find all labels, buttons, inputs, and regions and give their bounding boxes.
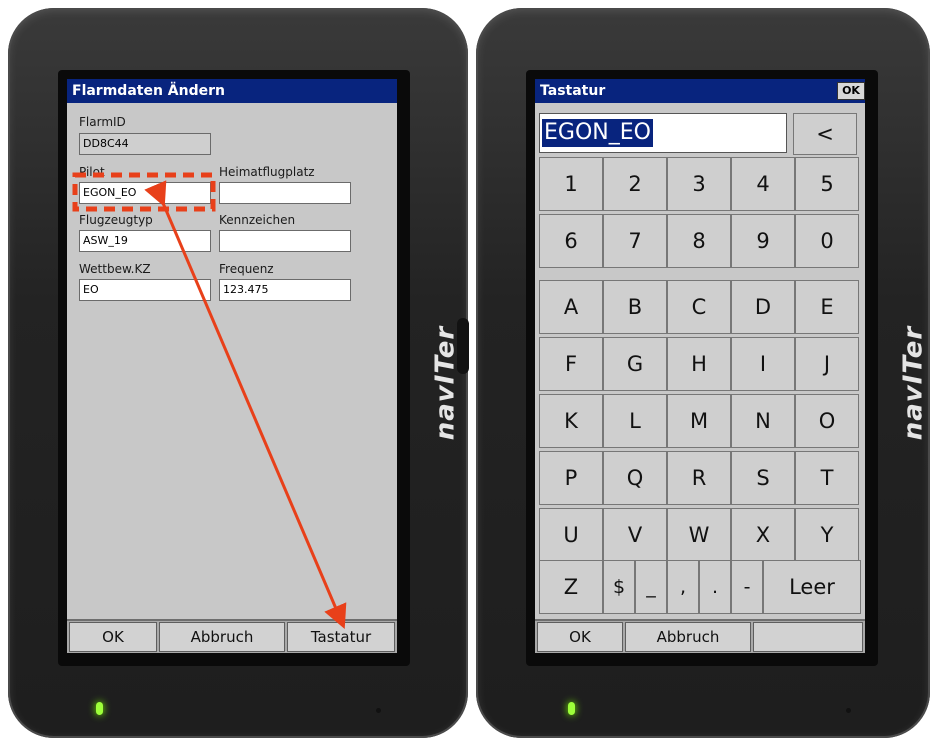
key-m[interactable]: M <box>667 394 731 448</box>
key-7[interactable]: 7 <box>603 214 667 268</box>
key-u[interactable]: U <box>539 508 603 562</box>
key-q[interactable]: Q <box>603 451 667 505</box>
button-bar: OK Abbruch Tastatur <box>67 619 397 653</box>
pilot-label: Pilot <box>79 165 105 179</box>
key-6[interactable]: 6 <box>539 214 603 268</box>
key-dot[interactable]: . <box>699 560 731 614</box>
key-3[interactable]: 3 <box>667 157 731 211</box>
key-t[interactable]: T <box>795 451 859 505</box>
key-2[interactable]: 2 <box>603 157 667 211</box>
key-j[interactable]: J <box>795 337 859 391</box>
aircraft-type-field[interactable]: ASW_19 <box>79 230 211 252</box>
light-sensor <box>376 708 381 713</box>
input-text-selected: EGON_EO <box>542 119 653 147</box>
key-v[interactable]: V <box>603 508 667 562</box>
power-led <box>568 702 575 715</box>
key-p[interactable]: P <box>539 451 603 505</box>
ok-button[interactable]: OK <box>69 622 157 652</box>
window-title: Tastatur <box>535 79 865 103</box>
flarm-id-field: DD8C44 <box>79 133 211 155</box>
key-f[interactable]: F <box>539 337 603 391</box>
backspace-key[interactable]: < <box>793 113 857 155</box>
registration-field[interactable] <box>219 230 351 252</box>
key-d[interactable]: D <box>731 280 795 334</box>
key-o[interactable]: O <box>795 394 859 448</box>
key-4[interactable]: 4 <box>731 157 795 211</box>
empty-button[interactable] <box>753 622 863 652</box>
key-w[interactable]: W <box>667 508 731 562</box>
key-b[interactable]: B <box>603 280 667 334</box>
cancel-button[interactable]: Abbruch <box>159 622 285 652</box>
key-0[interactable]: 0 <box>795 214 859 268</box>
ok-corner-button[interactable]: OK <box>837 82 865 100</box>
key-n[interactable]: N <box>731 394 795 448</box>
key-e[interactable]: E <box>795 280 859 334</box>
key-a[interactable]: A <box>539 280 603 334</box>
key-c[interactable]: C <box>667 280 731 334</box>
brand-logo: navITer <box>898 325 929 441</box>
key-underscore[interactable]: _ <box>635 560 667 614</box>
key-space[interactable]: Leer <box>763 560 861 614</box>
key-5[interactable]: 5 <box>795 157 859 211</box>
key-1[interactable]: 1 <box>539 157 603 211</box>
key-k[interactable]: K <box>539 394 603 448</box>
ok-button[interactable]: OK <box>537 622 623 652</box>
key-r[interactable]: R <box>667 451 731 505</box>
key-8[interactable]: 8 <box>667 214 731 268</box>
key-h[interactable]: H <box>667 337 731 391</box>
competition-id-label: Wettbew.KZ <box>79 262 151 276</box>
key-z[interactable]: Z <box>539 560 603 614</box>
key-dash[interactable]: - <box>731 560 763 614</box>
registration-label: Kennzeichen <box>219 213 296 227</box>
aircraft-type-label: Flugzeugtyp <box>79 213 153 227</box>
home-airfield-label: Heimatflugplatz <box>219 165 315 179</box>
light-sensor <box>846 708 851 713</box>
window-title: Flarmdaten Ändern <box>67 79 397 103</box>
key-i[interactable]: I <box>731 337 795 391</box>
cancel-button[interactable]: Abbruch <box>625 622 751 652</box>
key-s[interactable]: S <box>731 451 795 505</box>
competition-id-field[interactable]: EO <box>79 279 211 301</box>
key-x[interactable]: X <box>731 508 795 562</box>
pilot-field[interactable]: EGON_EO <box>79 182 211 204</box>
power-led <box>96 702 103 715</box>
home-airfield-field[interactable] <box>219 182 351 204</box>
key-g[interactable]: G <box>603 337 667 391</box>
frequency-label: Frequenz <box>219 262 274 276</box>
key-l[interactable]: L <box>603 394 667 448</box>
keyboard-screen: Tastatur OK EGON_EO < 1234567890ABCDEFGH… <box>535 79 865 653</box>
key-dollar[interactable]: $ <box>603 560 635 614</box>
brand-logo: navITer <box>430 325 461 441</box>
keyboard-input[interactable]: EGON_EO <box>539 113 787 153</box>
key-comma[interactable]: , <box>667 560 699 614</box>
key-9[interactable]: 9 <box>731 214 795 268</box>
key-y[interactable]: Y <box>795 508 859 562</box>
frequency-field[interactable]: 123.475 <box>219 279 351 301</box>
button-bar: OK Abbruch <box>535 619 865 653</box>
flarm-id-label: FlarmID <box>79 115 126 129</box>
keyboard-button[interactable]: Tastatur <box>287 622 395 652</box>
flarm-edit-screen: Flarmdaten Ändern FlarmID DD8C44 Pilot E… <box>67 79 397 653</box>
